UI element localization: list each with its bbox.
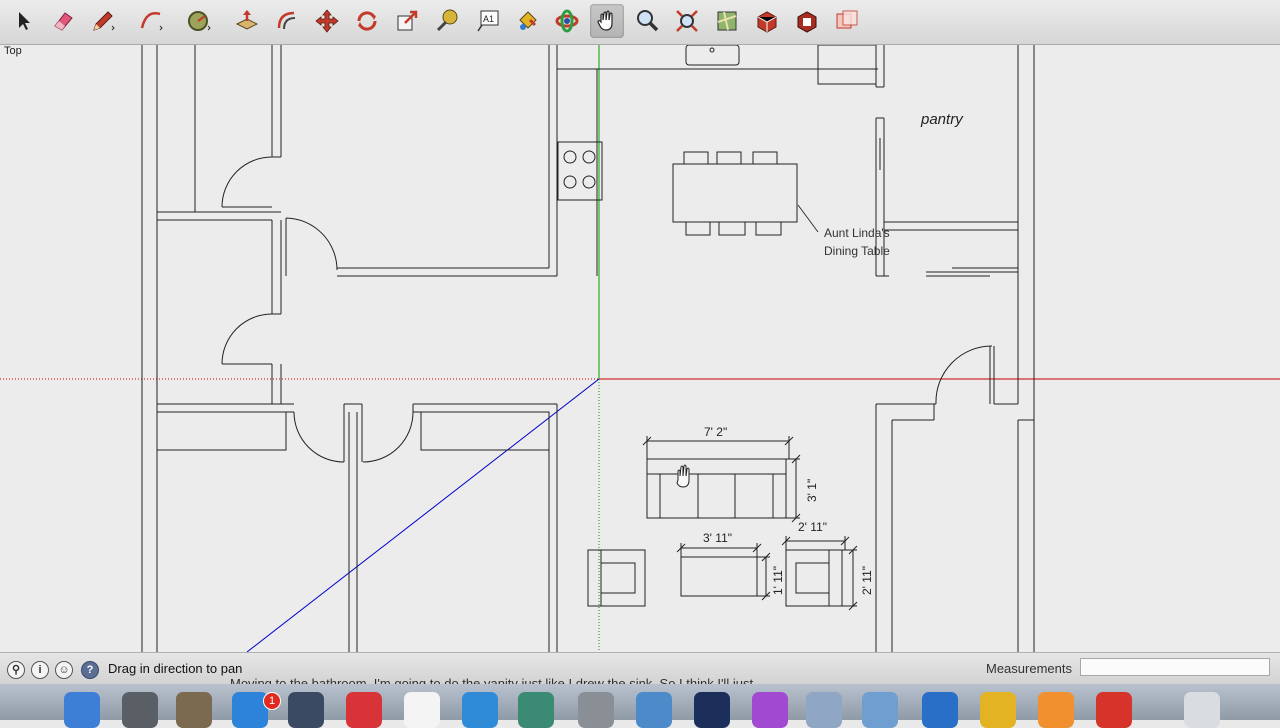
status-text: Drag in direction to pan [108, 661, 243, 676]
orbit-icon [555, 9, 579, 33]
help-icon[interactable]: ? [81, 661, 99, 679]
pan-tool[interactable] [590, 4, 624, 38]
main-toolbar: A1 [0, 0, 1280, 45]
shapes-tool[interactable] [182, 4, 216, 38]
blue-axis [246, 378, 600, 652]
arc-tool[interactable] [134, 4, 168, 38]
dock-calendar-icon[interactable] [404, 692, 440, 728]
map-icon [717, 11, 737, 31]
hand-icon [597, 10, 613, 31]
floor-plan: Aunt Linda's Dining Table pantry 7' 2" 3… [0, 45, 1280, 652]
dining-table[interactable] [672, 151, 798, 236]
magnifier-icon [637, 10, 659, 32]
dock-system-preferences-icon[interactable] [578, 692, 614, 728]
armchair-dimensions [781, 536, 858, 611]
armchair-width-dimension[interactable]: 2' 11" [798, 520, 827, 534]
arc-icon [140, 12, 163, 31]
move-arrows-icon [315, 9, 339, 33]
dock [0, 684, 1280, 728]
arrow-cursor-icon [19, 12, 30, 30]
coffee-table-dimensions [676, 543, 771, 601]
dock-color-app-icon[interactable] [752, 692, 788, 728]
push-pull-tool[interactable] [230, 4, 264, 38]
offset-icon [277, 11, 296, 30]
drawing-area[interactable]: Top Aunt Linda's Dining Table pantry 7' … [0, 45, 1280, 652]
paint-bucket-icon [519, 11, 537, 30]
tape-measure-icon [436, 9, 458, 32]
extension-warehouse-tool[interactable] [790, 4, 824, 38]
dock-chrome-icon[interactable] [980, 692, 1016, 728]
eraser-icon [54, 12, 73, 31]
scale-tool[interactable] [390, 4, 424, 38]
credits-icon[interactable]: i [31, 661, 49, 679]
zoom-tool[interactable] [630, 4, 664, 38]
note-leader [797, 204, 819, 233]
move-tool[interactable] [310, 4, 344, 38]
warehouse-icon [757, 11, 777, 33]
rotate-icon [357, 11, 377, 31]
tape-measure-tool[interactable] [430, 4, 464, 38]
eraser-tool[interactable] [46, 4, 80, 38]
note-line-1[interactable]: Aunt Linda's [824, 226, 890, 240]
coffee-table[interactable] [680, 556, 758, 597]
extension-icon [797, 11, 817, 33]
dock-trash-icon[interactable] [1184, 692, 1220, 728]
coffee-table-width-dimension[interactable]: 3' 11" [703, 531, 732, 545]
dock-time-machine-icon[interactable] [288, 692, 324, 728]
armchair-right[interactable] [785, 549, 843, 607]
svg-text:A1: A1 [483, 14, 494, 24]
measurements-input[interactable] [1080, 658, 1270, 676]
dock-keynote-icon[interactable] [636, 692, 672, 728]
text-icon: A1 [477, 10, 499, 32]
circle-icon [188, 11, 211, 31]
hand-cursor-icon [676, 464, 690, 488]
dock-preview-icon[interactable] [806, 692, 842, 728]
map-tool[interactable] [710, 4, 744, 38]
sofa[interactable] [646, 458, 787, 519]
dock-app-folder-icon[interactable] [176, 692, 212, 728]
user-icon[interactable]: ☺ [55, 661, 73, 679]
warehouse-tool[interactable] [750, 4, 784, 38]
layout-icon [836, 10, 858, 29]
armchair-depth-dimension[interactable]: 2' 11" [860, 566, 874, 595]
dock-photoshop-icon[interactable] [694, 692, 730, 728]
armchair-left[interactable] [587, 549, 646, 607]
select-tool[interactable] [6, 4, 40, 38]
send-to-layout-tool[interactable] [830, 4, 864, 38]
coffee-table-depth-dimension[interactable]: 1' 11" [771, 566, 785, 595]
measurements-label: Measurements [986, 661, 1072, 676]
offset-tool[interactable] [270, 4, 304, 38]
app-store-badge: 1 [263, 692, 281, 710]
scale-icon [397, 10, 418, 31]
geolocation-icon[interactable]: ⚲ [7, 661, 25, 679]
zoom-extents-icon [676, 10, 698, 32]
dock-pages-icon[interactable] [1038, 692, 1074, 728]
sofa-width-dimension[interactable]: 7' 2" [704, 425, 727, 439]
sofa-dimensions [642, 436, 801, 523]
rotate-tool[interactable] [350, 4, 384, 38]
text-tool[interactable]: A1 [470, 4, 504, 38]
pantry-label[interactable]: pantry [920, 111, 964, 128]
zoom-extents-tool[interactable] [670, 4, 704, 38]
pencil-icon [93, 11, 115, 31]
paint-bucket-tool[interactable] [510, 4, 544, 38]
dock-finder-icon[interactable] [64, 692, 100, 728]
dock-photo-app-icon[interactable] [518, 692, 554, 728]
orbit-tool[interactable] [550, 4, 584, 38]
line-tool[interactable] [86, 4, 120, 38]
dock-globe-app-icon[interactable] [922, 692, 958, 728]
dock-sketchup-icon[interactable] [1096, 692, 1132, 728]
sofa-depth-dimension[interactable]: 3' 1" [805, 479, 819, 502]
dock-screen-app-icon[interactable] [862, 692, 898, 728]
dock-launchpad-icon[interactable] [122, 692, 158, 728]
note-line-2[interactable]: Dining Table [824, 244, 890, 258]
dock-safari-icon[interactable] [462, 692, 498, 728]
push-pull-icon [235, 10, 259, 30]
dock-itunes-icon[interactable] [346, 692, 382, 728]
